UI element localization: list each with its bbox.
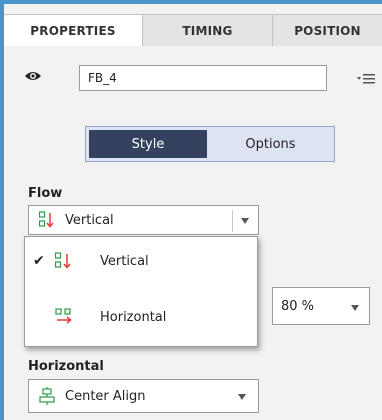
properties-content: Style Options Flow Vertical ✔ Vertical	[4, 46, 382, 420]
flow-option-vertical[interactable]: ✔ Vertical	[25, 241, 257, 281]
tab-position[interactable]: POSITION	[273, 14, 382, 46]
horizontal-flow-icon	[55, 308, 72, 324]
visibility-eye-icon[interactable]	[24, 70, 42, 82]
flow-label: Flow	[28, 186, 63, 201]
horizontal-selected-value: Center Align	[65, 388, 146, 404]
tab-bar: PROPERTIES TIMING POSITION	[4, 14, 382, 46]
horizontal-align-dropdown[interactable]: Center Align	[28, 379, 259, 413]
dropdown-divider	[232, 210, 233, 232]
list-menu-icon[interactable]	[357, 73, 375, 85]
options-segment-button[interactable]: Options	[207, 127, 334, 161]
chevron-down-icon	[241, 218, 249, 224]
flow-option-label: Vertical	[100, 253, 149, 269]
style-options-toggle: Style Options	[85, 126, 335, 162]
flow-selected-value: Vertical	[65, 212, 114, 228]
tab-properties[interactable]: PROPERTIES	[4, 14, 143, 46]
flow-option-label: Horizontal	[100, 309, 167, 325]
chevron-down-icon	[351, 305, 359, 311]
vertical-flow-icon	[55, 252, 71, 269]
horizontal-label: Horizontal	[28, 359, 104, 374]
percent-dropdown[interactable]: 80 %	[272, 287, 370, 325]
flow-dropdown[interactable]: Vertical	[28, 205, 259, 235]
flow-options-list: ✔ Vertical Horizontal	[24, 236, 258, 347]
center-align-icon	[39, 387, 55, 405]
checkmark-icon: ✔	[33, 253, 45, 269]
item-name-input[interactable]	[79, 65, 327, 91]
flow-option-horizontal[interactable]: Horizontal	[25, 297, 257, 337]
vertical-flow-icon	[39, 211, 55, 229]
chevron-down-icon	[238, 394, 246, 400]
percent-value: 80 %	[281, 298, 315, 314]
style-segment-button[interactable]: Style	[89, 130, 207, 158]
tab-timing[interactable]: TIMING	[143, 14, 273, 46]
